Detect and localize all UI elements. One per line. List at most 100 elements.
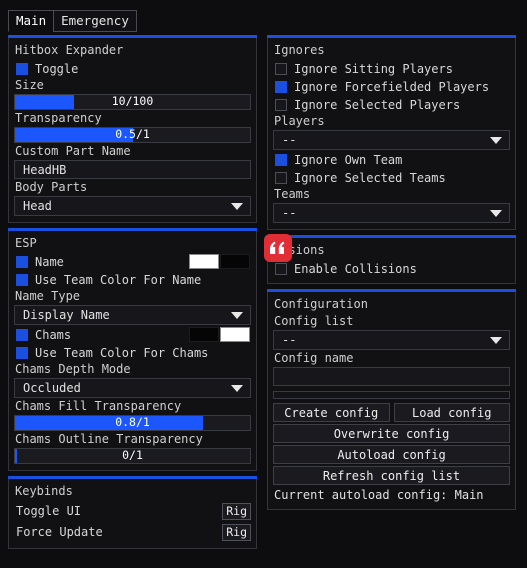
esp-group-title: ESP (15, 236, 37, 250)
esp-chams-color-secondary[interactable] (220, 327, 250, 342)
hitbox-size-slider[interactable]: 10/100 (14, 94, 251, 110)
config-list-label: Config list (274, 314, 354, 328)
esp-name-color-primary[interactable] (189, 254, 219, 269)
ignore-selected-players-checkbox[interactable] (275, 98, 287, 111)
load-config-button[interactable]: Load config (393, 403, 510, 422)
teams-label: Teams (274, 187, 311, 201)
right-column: Ignores Ignore Sitting Players Ignore Fo… (264, 35, 516, 518)
esp-outline-transparency-label: Chams Outline Transparency (15, 432, 203, 446)
esp-use-team-color-name-row[interactable]: Use Team Color For Name (14, 271, 251, 288)
group-keybinds: Keybinds Toggle UI Rig Force Update Rig (8, 476, 257, 549)
group-hitbox-expander: Hitbox Expander Toggle Size 10/100 Trans… (8, 35, 257, 223)
chevron-down-icon (231, 385, 243, 392)
group-ignores: Ignores Ignore Sitting Players Ignore Fo… (267, 35, 516, 230)
esp-name-type-dropdown[interactable]: Display Name (14, 305, 251, 325)
keybind-button-toggle-ui[interactable]: Rig (222, 502, 251, 520)
config-progress-bar (273, 391, 510, 399)
group-collisions: lisions Enable Collisions (264, 234, 516, 284)
ignore-sitting-checkbox[interactable] (275, 62, 287, 75)
keybind-label-toggle-ui: Toggle UI (16, 504, 82, 518)
config-name-input[interactable] (273, 367, 510, 386)
chevron-down-icon (231, 312, 243, 319)
ignore-own-team-label: Ignore Own Team (294, 152, 403, 167)
esp-use-team-color-name-label: Use Team Color For Name (35, 272, 202, 287)
esp-name-checkbox[interactable] (16, 255, 28, 268)
enable-collisions-checkbox[interactable] (275, 262, 287, 275)
ignore-selected-teams-checkbox[interactable] (275, 171, 287, 184)
chevron-down-icon (231, 203, 243, 210)
ignore-selected-players-label: Ignore Selected Players (294, 97, 461, 112)
esp-chams-depth-dropdown[interactable]: Occluded (14, 378, 251, 398)
keybind-row-toggle-ui: Toggle UI Rig (14, 501, 251, 521)
body-parts-dropdown[interactable]: Head (14, 196, 251, 216)
keybind-label-force-update: Force Update (16, 525, 103, 539)
ignore-own-team-row[interactable]: Ignore Own Team (273, 151, 510, 168)
ignore-selected-players-row[interactable]: Ignore Selected Players (273, 96, 510, 113)
ignore-selected-teams-row[interactable]: Ignore Selected Teams (273, 169, 510, 186)
ignore-own-team-checkbox[interactable] (275, 153, 287, 166)
body-parts-value: Head (23, 199, 52, 213)
current-autoload-status: Current autoload config: Main (274, 488, 484, 502)
enable-collisions-label: Enable Collisions (294, 261, 417, 276)
chevron-down-icon (490, 337, 502, 344)
hitbox-toggle-label: Toggle (35, 61, 79, 76)
collisions-group-title: lisions (274, 243, 325, 257)
esp-use-team-color-name-checkbox[interactable] (16, 273, 28, 286)
config-list-dropdown[interactable]: -- (273, 330, 510, 350)
esp-outline-transparency-slider[interactable]: 0/1 (14, 448, 251, 464)
esp-name-label: Name (35, 254, 64, 269)
esp-name-row[interactable]: Name (14, 253, 251, 270)
left-column: Hitbox Expander Toggle Size 10/100 Trans… (8, 35, 257, 557)
hitbox-size-value: 10/100 (111, 94, 154, 109)
ignore-sitting-row[interactable]: Ignore Sitting Players (273, 60, 510, 77)
quote-icon[interactable] (264, 234, 292, 262)
keybind-button-force-update[interactable]: Rig (222, 523, 251, 541)
hitbox-size-label: Size (15, 78, 44, 92)
hitbox-transparency-value: 0.5/1 (115, 127, 150, 142)
ignore-selected-teams-label: Ignore Selected Teams (294, 170, 446, 185)
hitbox-toggle-checkbox[interactable] (16, 62, 28, 75)
ignore-forcefielded-checkbox[interactable] (275, 80, 287, 93)
esp-fill-transparency-label: Chams Fill Transparency (15, 399, 182, 413)
tab-main-label: Main (16, 12, 47, 28)
custom-part-name-input[interactable]: HeadHB (14, 160, 251, 179)
ignore-sitting-label: Ignore Sitting Players (294, 61, 453, 76)
autoload-config-button[interactable]: Autoload config (273, 445, 510, 464)
esp-fill-transparency-value: 0.8/1 (115, 415, 150, 430)
esp-chams-row[interactable]: Chams (14, 326, 251, 343)
esp-outline-transparency-value: 0/1 (122, 448, 143, 463)
cheat-menu-window: Main Emergency Hitbox Expander Toggle Si… (0, 0, 527, 568)
players-dropdown[interactable]: -- (273, 130, 510, 150)
ignore-forcefielded-row[interactable]: Ignore Forcefielded Players (273, 78, 510, 95)
esp-use-team-color-chams-label: Use Team Color For Chams (35, 345, 209, 360)
create-config-button[interactable]: Create config (273, 403, 390, 422)
esp-chams-checkbox[interactable] (16, 328, 28, 341)
esp-name-type-label: Name Type (15, 289, 81, 303)
esp-use-team-color-chams-checkbox[interactable] (16, 346, 28, 359)
refresh-config-list-button[interactable]: Refresh config list (273, 466, 510, 485)
configuration-group-title: Configuration (274, 297, 368, 311)
teams-dropdown[interactable]: -- (273, 203, 510, 223)
group-configuration: Configuration Config list -- Config name… (267, 289, 516, 510)
config-action-row: Create config Load config (273, 403, 510, 422)
esp-chams-color-primary[interactable] (189, 327, 219, 342)
hitbox-transparency-slider[interactable]: 0.5/1 (14, 127, 251, 143)
keybind-row-force-update: Force Update Rig (14, 522, 251, 542)
tab-emergency[interactable]: Emergency (53, 10, 137, 32)
tab-main[interactable]: Main (8, 10, 55, 32)
esp-name-color-secondary[interactable] (220, 254, 250, 269)
hitbox-toggle-row[interactable]: Toggle (14, 60, 251, 77)
tab-emergency-label: Emergency (61, 12, 129, 28)
esp-chams-depth-value: Occluded (23, 381, 81, 395)
hitbox-transparency-label: Transparency (15, 111, 102, 125)
enable-collisions-row[interactable]: Enable Collisions (273, 260, 510, 277)
teams-value: -- (282, 206, 297, 220)
chevron-down-icon (490, 210, 502, 217)
config-list-value: -- (282, 333, 297, 347)
hitbox-group-title: Hitbox Expander (15, 43, 124, 57)
esp-name-color-swatches (189, 254, 250, 269)
esp-use-team-color-chams-row[interactable]: Use Team Color For Chams (14, 344, 251, 361)
overwrite-config-button[interactable]: Overwrite config (273, 424, 510, 443)
players-value: -- (282, 133, 297, 147)
esp-fill-transparency-slider[interactable]: 0.8/1 (14, 415, 251, 431)
